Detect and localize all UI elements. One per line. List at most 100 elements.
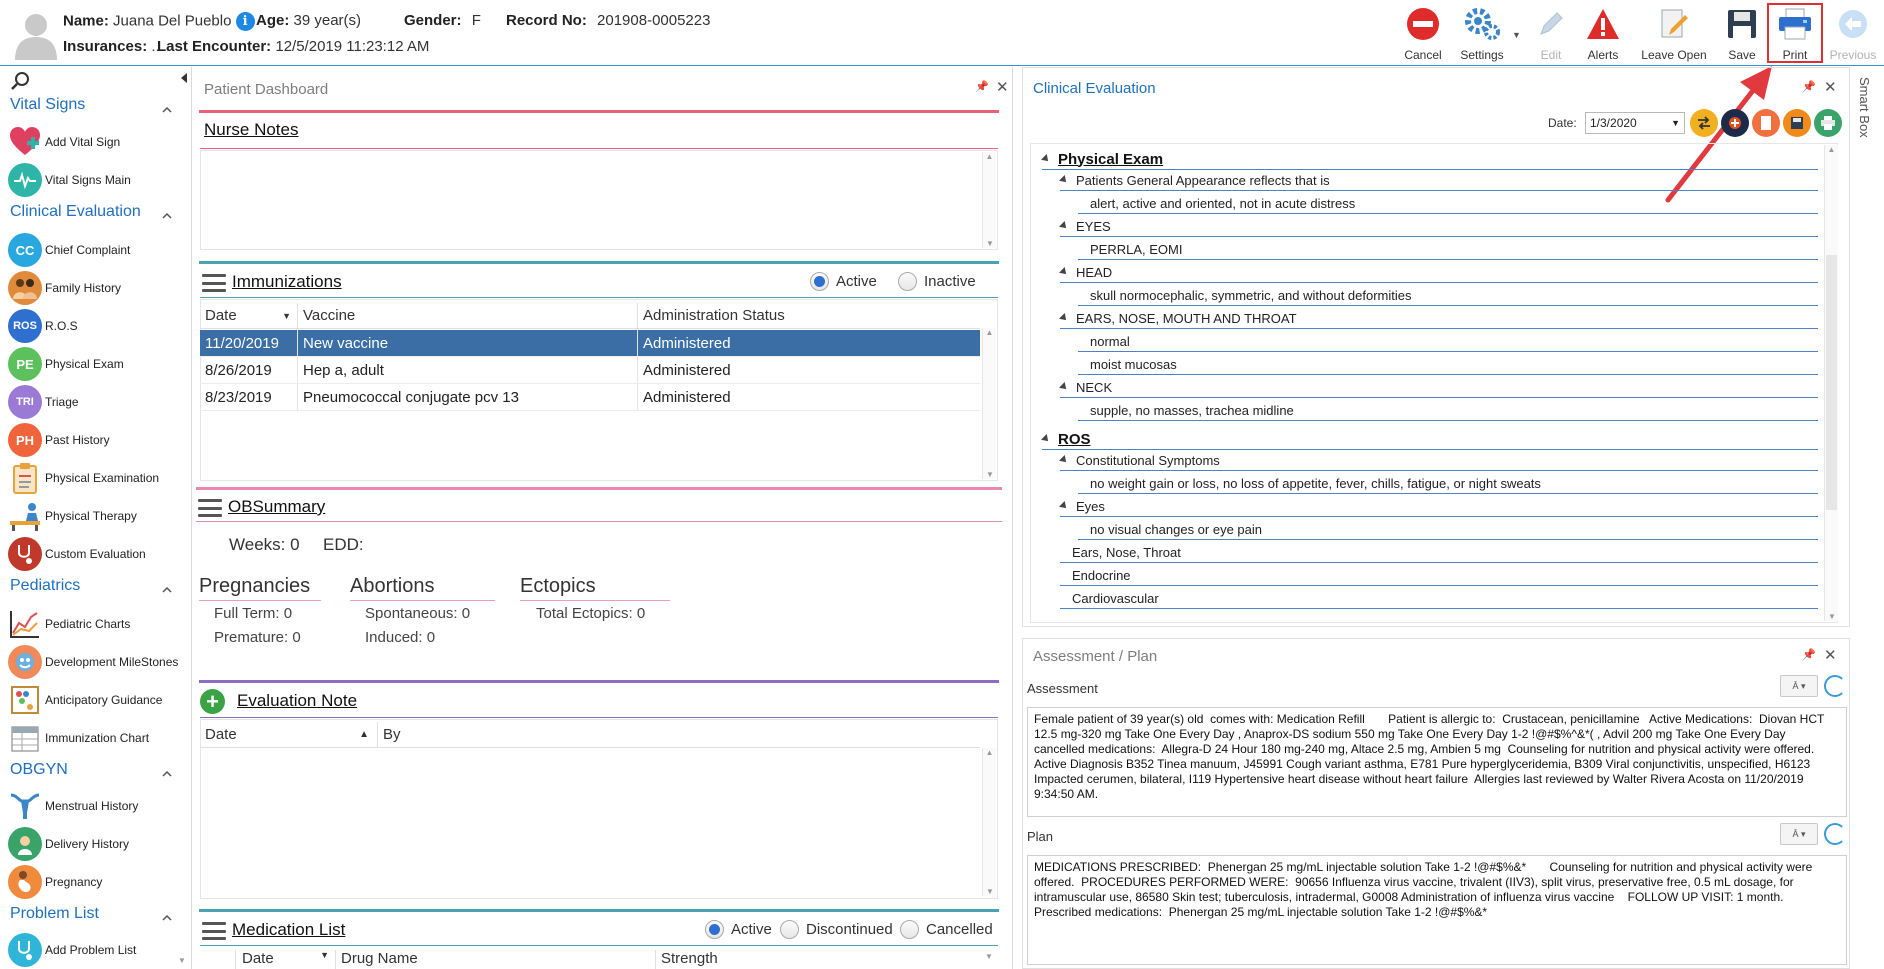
settings-dropdown-icon[interactable]: ▼ [1512,30,1521,40]
smart-box-tab[interactable]: Smart Box [1852,75,1878,165]
column-header-strength[interactable]: Strength [656,950,980,969]
expand-toggle-icon[interactable] [1041,434,1051,444]
section-vital-signs[interactable]: Vital Signs [10,96,85,114]
tree-node[interactable]: Endocrine [1072,564,1131,586]
close-icon[interactable]: ✕ [1824,646,1837,664]
tree-node[interactable]: Ears, Nose, Throat [1072,541,1181,563]
sidebar-item-delivery-history[interactable]: Delivery History [8,827,129,861]
sidebar-item-ros[interactable]: ROS R.O.S [8,309,78,343]
sidebar-item-anticipatory-guidance[interactable]: Anticipatory Guidance [8,683,162,717]
save-floppy-icon[interactable] [1783,109,1811,137]
scroll-down-icon[interactable]: ▼ [982,952,996,961]
search-icon[interactable] [10,71,32,91]
chevron-up-icon[interactable] [162,769,172,779]
sidebar-item-triage[interactable]: TRI Triage [8,385,79,419]
medications-cancelled-radio[interactable]: Cancelled [900,920,993,939]
sort-ascending-icon[interactable]: ▲ [359,729,369,740]
sidebar-item-add-vital-sign[interactable]: Add Vital Sign [8,125,120,159]
chevron-up-icon[interactable] [162,913,172,923]
chevron-down-icon[interactable]: ▼ [1671,118,1680,128]
assessment-textarea[interactable]: Female patient of 39 year(s) old comes w… [1027,707,1847,817]
sidebar-item-immunization-chart[interactable]: Immunization Chart [8,721,149,755]
settings-button[interactable]: Settings [1452,6,1512,62]
tree-node[interactable]: EYES [1059,215,1111,237]
add-record-icon[interactable] [1721,109,1749,137]
sidebar-item-development-milestones[interactable]: Development MileStones [8,645,178,679]
sidebar-item-add-problem-list[interactable]: Add Problem List [8,933,136,967]
leave-open-button[interactable]: Leave Open [1638,6,1710,62]
sort-dropdown-icon[interactable]: ▼ [282,311,291,321]
expand-toggle-icon[interactable] [1059,221,1069,231]
tree-finding[interactable]: no visual changes or eye pain [1090,518,1262,540]
tree-finding[interactable]: alert, active and oriented, not in acute… [1090,192,1355,214]
immunizations-inactive-radio[interactable]: Inactive [898,272,976,291]
tree-node[interactable]: Constitutional Symptoms [1059,449,1220,471]
column-header-date[interactable]: Date ▼ [236,950,336,969]
sidebar-item-physical-exam[interactable]: PE Physical Exam [8,347,124,381]
chevron-up-icon[interactable] [162,585,172,595]
sidebar-item-vital-signs-main[interactable]: Vital Signs Main [8,163,131,197]
pin-icon[interactable]: 📌 [975,80,989,93]
sidebar-scrollbar[interactable]: ▼ [176,75,188,965]
sidebar-item-pregnancy[interactable]: Pregnancy [8,865,102,899]
text-format-dropdown[interactable]: Ā ▾ [1780,675,1818,697]
text-format-dropdown[interactable]: Ā ▾ [1780,823,1818,845]
column-header-date[interactable]: Date ▼ [200,303,298,328]
nurse-notes-scrollbar[interactable]: ▲ ▼ [982,152,996,248]
pin-icon[interactable]: 📌 [1802,648,1816,661]
sidebar-item-chief-complaint[interactable]: CC Chief Complaint [8,233,130,267]
medications-active-radio[interactable]: Active [705,920,772,939]
column-header-vaccine[interactable]: Vaccine [298,303,638,328]
edit-button[interactable]: Edit [1528,6,1574,62]
save-button[interactable]: Save [1718,6,1766,62]
tree-finding[interactable]: no weight gain or loss, no loss of appet… [1090,472,1541,494]
tree-finding[interactable]: moist mucosas [1090,353,1177,375]
evaluation-tree-scrollbar[interactable]: ▲ ▼ [1824,145,1838,621]
expand-toggle-icon[interactable] [1059,382,1069,392]
tree-node[interactable]: EARS, NOSE, MOUTH AND THROAT [1059,307,1297,329]
sidebar-item-pediatric-charts[interactable]: Pediatric Charts [8,607,130,641]
scrollbar-thumb[interactable] [1826,255,1837,510]
section-obgyn[interactable]: OBGYN [10,761,68,779]
section-problem-list[interactable]: Problem List [10,905,99,923]
medications-discontinued-radio[interactable]: Discontinued [780,920,893,939]
alerts-button[interactable]: Alerts [1578,6,1628,62]
sort-dropdown-icon[interactable]: ▼ [320,950,329,960]
close-icon[interactable]: ✕ [996,78,1009,96]
section-pediatrics[interactable]: Pediatrics [10,577,80,595]
swap-icon[interactable] [1690,109,1718,137]
sidebar-item-custom-evaluation[interactable]: Custom Evaluation [8,537,146,571]
tree-finding[interactable]: skull normocephalic, symmetric, and with… [1090,284,1412,306]
cancel-button[interactable]: Cancel [1396,6,1450,62]
column-header-status[interactable]: Administration Status [638,303,980,328]
refresh-icon[interactable] [1824,823,1846,845]
hamburger-menu-icon[interactable] [198,499,222,517]
tree-section-header[interactable]: Physical Exam [1041,148,1163,170]
column-header-drug-name[interactable]: Drug Name [336,950,656,969]
immunizations-scrollbar[interactable]: ▲ ▼ [982,328,996,479]
tree-node[interactable]: NECK [1059,376,1112,398]
tree-finding[interactable]: supple, no masses, trachea midline [1090,399,1294,421]
hamburger-menu-icon[interactable] [202,922,226,940]
tree-node[interactable]: Eyes [1059,495,1105,517]
table-row[interactable]: 8/23/2019 Pneumococcal conjugate pcv 13 … [200,384,980,411]
refresh-icon[interactable] [1824,675,1846,697]
expand-toggle-icon[interactable] [1059,267,1069,277]
tree-node[interactable]: Patients General Appearance reflects tha… [1059,169,1330,191]
nurse-notes-textarea[interactable] [200,150,998,250]
info-icon[interactable]: i [235,12,255,31]
expand-toggle-icon[interactable] [1059,501,1069,511]
column-header-date[interactable]: Date ▲ [200,722,378,747]
plan-textarea[interactable]: MEDICATIONS PRESCRIBED: Phenergan 25 mg/… [1027,855,1847,965]
sidebar-item-physical-therapy[interactable]: Physical Therapy [8,499,137,533]
hamburger-menu-icon[interactable] [202,274,226,292]
sidebar-item-family-history[interactable]: Family History [8,271,121,305]
tree-node[interactable]: HEAD [1059,261,1112,283]
expand-toggle-icon[interactable] [1059,455,1069,465]
chevron-up-icon[interactable] [162,105,172,115]
pin-icon[interactable]: 📌 [1802,80,1816,93]
sidebar-item-physical-examination[interactable]: Physical Examination [8,461,159,495]
copy-document-icon[interactable] [1752,109,1780,137]
column-header-by[interactable]: By [378,722,980,747]
immunizations-active-radio[interactable]: Active [810,272,877,291]
